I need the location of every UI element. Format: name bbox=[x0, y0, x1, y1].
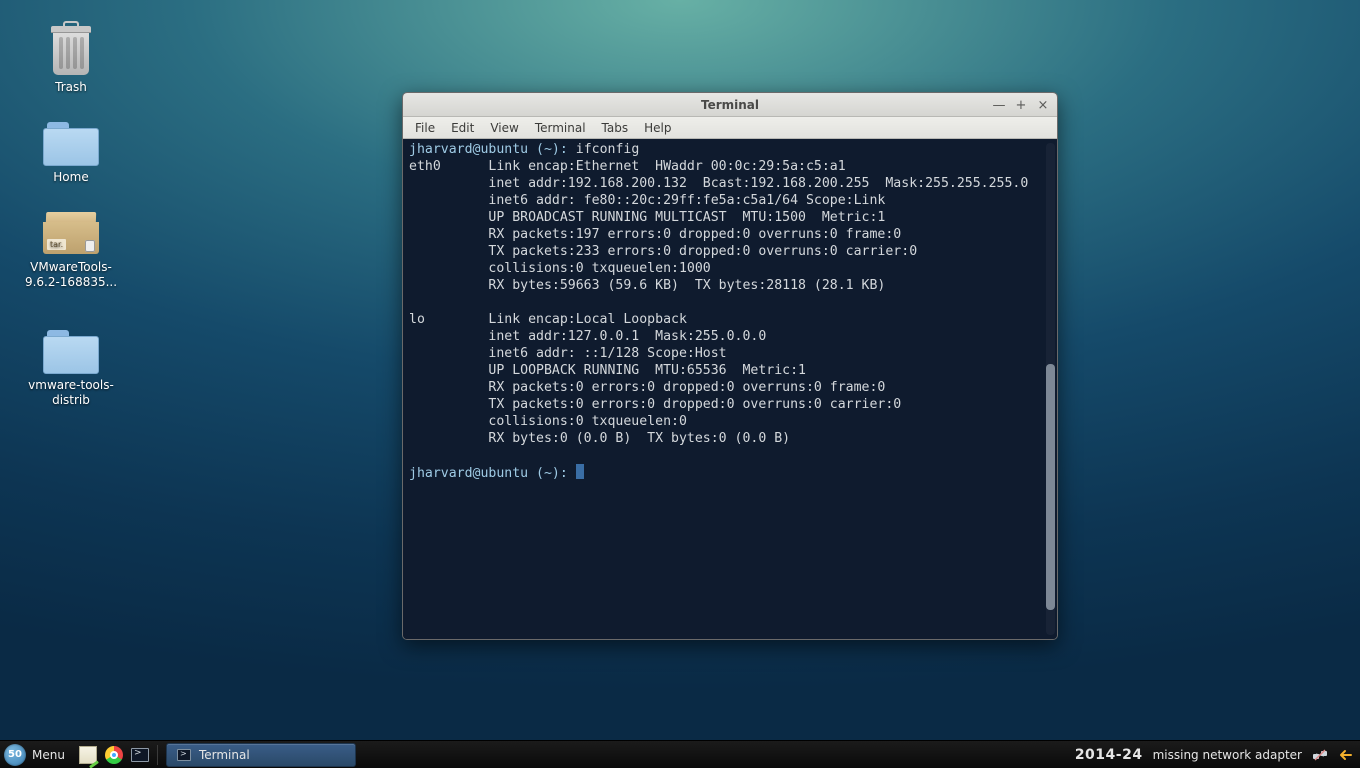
menu-edit[interactable]: Edit bbox=[443, 119, 482, 137]
network-status-text: missing network adapter bbox=[1153, 748, 1302, 762]
terminal-icon bbox=[177, 749, 191, 761]
lock-icon bbox=[85, 240, 95, 252]
desktop-icon-vmware-tools-distrib[interactable]: vmware-tools-distrib bbox=[16, 330, 126, 408]
terminal-window[interactable]: Terminal — + × File Edit View Terminal T… bbox=[402, 92, 1058, 640]
quicklaunch-terminal[interactable] bbox=[128, 744, 152, 766]
desktop-icon-vmwaretools-archive[interactable]: tar. VMwareTools-9.6.2-168835... bbox=[16, 212, 126, 290]
window-menubar: File Edit View Terminal Tabs Help bbox=[403, 117, 1057, 139]
menu-view[interactable]: View bbox=[482, 119, 526, 137]
taskbar-task-terminal[interactable]: Terminal bbox=[166, 743, 356, 767]
desktop[interactable]: Trash Home tar. VMwareTools-9.6.2-168835… bbox=[0, 0, 1360, 768]
window-minimize-button[interactable]: — bbox=[989, 96, 1009, 114]
start-menu-button[interactable]: Menu bbox=[32, 748, 75, 762]
desktop-icon-label: VMwareTools-9.6.2-168835... bbox=[16, 260, 126, 290]
minimize-icon: — bbox=[993, 98, 1006, 113]
desktop-icon-home[interactable]: Home bbox=[16, 122, 126, 185]
folder-icon bbox=[43, 330, 99, 374]
quicklaunch-text-editor[interactable] bbox=[76, 744, 100, 766]
trash-icon bbox=[48, 22, 94, 76]
network-tray-icon[interactable] bbox=[1312, 747, 1328, 763]
window-titlebar[interactable]: Terminal — + × bbox=[403, 93, 1057, 117]
desktop-icon-label: vmware-tools-distrib bbox=[16, 378, 126, 408]
prompt-user-host: jharvard@ubuntu (~): bbox=[409, 142, 568, 157]
notification-tray-icon[interactable] bbox=[1338, 747, 1354, 763]
command-output: eth0 Link encap:Ethernet HWaddr 00:0c:29… bbox=[409, 159, 1028, 446]
menu-help[interactable]: Help bbox=[636, 119, 679, 137]
taskbar-task-label: Terminal bbox=[199, 748, 250, 762]
desktop-icon-trash[interactable]: Trash bbox=[16, 22, 126, 95]
menu-tabs[interactable]: Tabs bbox=[594, 119, 637, 137]
maximize-icon: + bbox=[1016, 98, 1027, 113]
chrome-icon bbox=[105, 746, 123, 764]
terminal-scrollbar[interactable] bbox=[1046, 143, 1055, 635]
close-icon: × bbox=[1038, 98, 1049, 113]
terminal-icon bbox=[131, 748, 149, 762]
window-title: Terminal bbox=[403, 98, 1057, 112]
network-disconnected-icon bbox=[1312, 747, 1328, 763]
terminal-output[interactable]: jharvard@ubuntu (~): ifconfig eth0 Link … bbox=[403, 139, 1057, 639]
taskbar-separator bbox=[157, 745, 158, 765]
quicklaunch-chrome[interactable] bbox=[102, 744, 126, 766]
window-close-button[interactable]: × bbox=[1033, 96, 1053, 114]
archive-icon: tar. bbox=[43, 212, 99, 256]
scrollbar-thumb[interactable] bbox=[1046, 364, 1055, 610]
menu-terminal[interactable]: Terminal bbox=[527, 119, 594, 137]
desktop-icon-label: Trash bbox=[16, 80, 126, 95]
taskbar-clock[interactable]: 2014-24 bbox=[1075, 747, 1143, 763]
text-editor-icon bbox=[79, 746, 97, 764]
arrow-left-icon bbox=[1339, 748, 1353, 762]
archive-ext-label: tar. bbox=[47, 239, 66, 250]
folder-icon bbox=[43, 122, 99, 166]
prompt-command: ifconfig bbox=[576, 142, 640, 157]
text-cursor bbox=[576, 464, 584, 479]
window-maximize-button[interactable]: + bbox=[1011, 96, 1031, 114]
desktop-icon-label: Home bbox=[16, 170, 126, 185]
menu-file[interactable]: File bbox=[407, 119, 443, 137]
taskbar: 50 Menu Terminal 2014-24 missing network… bbox=[0, 740, 1360, 768]
workspace-badge[interactable]: 50 bbox=[4, 744, 26, 766]
prompt-user-host: jharvard@ubuntu (~): bbox=[409, 466, 568, 481]
